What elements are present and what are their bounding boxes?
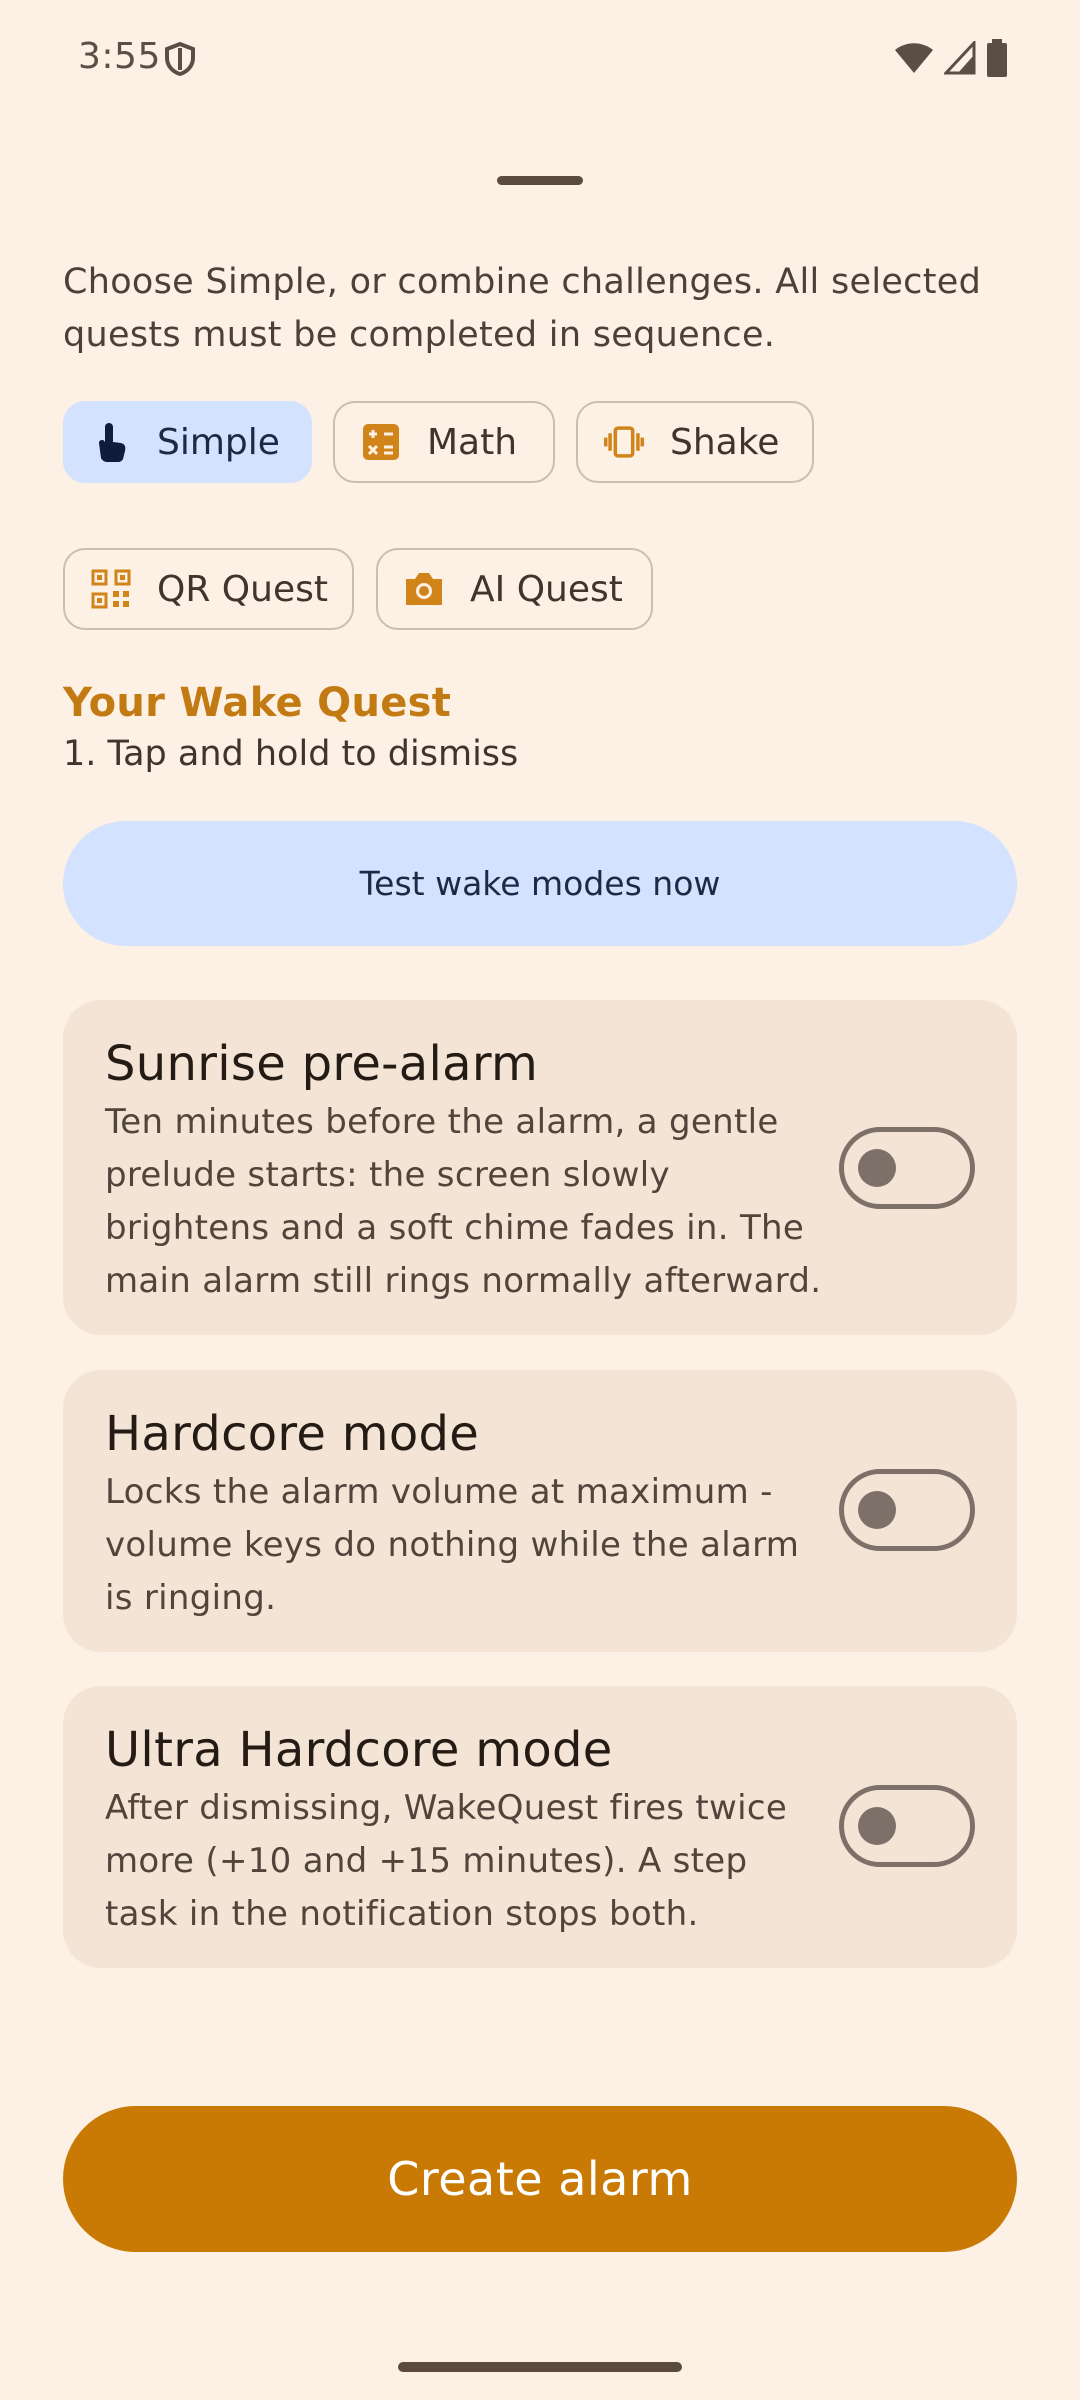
- toggle-knob: [858, 1807, 896, 1845]
- card-title: Hardcore mode: [105, 1406, 480, 1462]
- screen: 3:55 Choose Simple, or combine challenge…: [0, 0, 1080, 2400]
- hardcore-mode-card: Hardcore mode Locks the alarm volume at …: [63, 1370, 1017, 1652]
- chip-label: Simple: [157, 421, 280, 463]
- card-description: Ten minutes before the alarm, a gentle p…: [105, 1102, 822, 1301]
- sunrise-pre-alarm-card: Sunrise pre-alarm Ten minutes before the…: [63, 1000, 1017, 1335]
- wifi-icon: [895, 43, 933, 73]
- chip-ai-quest[interactable]: AI Quest: [376, 548, 653, 630]
- ultra-hardcore-mode-toggle[interactable]: [839, 1785, 975, 1867]
- chip-shake[interactable]: Shake: [576, 401, 814, 483]
- sunrise-pre-alarm-toggle[interactable]: [839, 1127, 975, 1209]
- bottom-sheet-drag-handle[interactable]: [497, 176, 583, 185]
- toggle-knob: [858, 1491, 896, 1529]
- wake-quest-title: Your Wake Quest: [63, 680, 452, 726]
- shield-icon: [165, 42, 195, 76]
- chip-simple[interactable]: Simple: [63, 401, 312, 483]
- intro-text: Choose Simple, or combine challenges. Al…: [63, 262, 982, 355]
- ultra-hardcore-mode-card: Ultra Hardcore mode After dismissing, Wa…: [63, 1686, 1017, 1968]
- chip-label: Shake: [670, 421, 780, 463]
- hardcore-mode-toggle[interactable]: [839, 1469, 975, 1551]
- card-description: Locks the alarm volume at maximum - volu…: [105, 1472, 800, 1618]
- camera-icon: [404, 569, 444, 609]
- qr-code-icon: [91, 569, 131, 609]
- vibrate-icon: [604, 422, 644, 462]
- chip-label: Math: [427, 421, 518, 463]
- create-alarm-button[interactable]: Create alarm: [63, 2106, 1017, 2252]
- calculator-icon: [361, 422, 401, 462]
- status-bar: 3:55: [0, 0, 1080, 118]
- wake-quest-step: 1. Tap and hold to dismiss: [63, 734, 519, 774]
- test-wake-modes-button[interactable]: Test wake modes now: [63, 821, 1017, 946]
- home-indicator[interactable]: [398, 2362, 682, 2372]
- chip-label: QR Quest: [157, 568, 328, 610]
- battery-icon: [987, 39, 1007, 77]
- status-time: 3:55: [78, 36, 161, 77]
- cellular-signal-icon: [944, 41, 976, 75]
- chip-qr-quest[interactable]: QR Quest: [63, 548, 354, 630]
- card-title: Ultra Hardcore mode: [105, 1722, 613, 1778]
- status-icons: [894, 39, 1008, 77]
- chip-label: AI Quest: [470, 568, 623, 610]
- card-description: After dismissing, WakeQuest fires twice …: [105, 1788, 788, 1934]
- touch-icon: [91, 422, 131, 462]
- card-title: Sunrise pre-alarm: [105, 1036, 539, 1092]
- chip-math[interactable]: Math: [333, 401, 555, 483]
- toggle-knob: [858, 1149, 896, 1187]
